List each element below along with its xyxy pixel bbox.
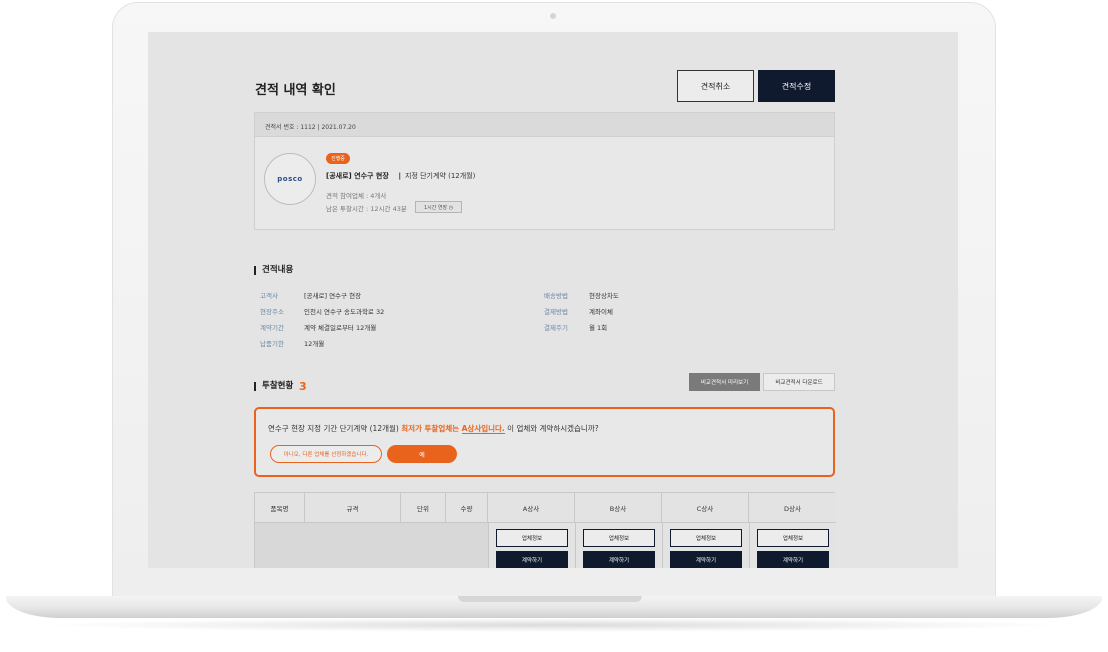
detail-value: 현장상차도 bbox=[589, 292, 619, 300]
cancel-estimate-button[interactable]: 견적취소 bbox=[677, 70, 754, 102]
vendor-header: D상사 bbox=[749, 493, 836, 523]
vendor-contract-button[interactable]: 계약하기 bbox=[583, 551, 655, 568]
vendor-cell: 업체정보 계약하기 bbox=[488, 523, 575, 568]
confirm-contract-button[interactable]: 예 bbox=[387, 445, 457, 463]
vendor-cell: 업체정보 계약하기 bbox=[749, 523, 836, 568]
detail-value: 계약 체결일로부터 12개월 bbox=[304, 324, 377, 332]
vendor-info-button[interactable]: 업체정보 bbox=[670, 529, 742, 547]
alert-message: 연수구 현장 지정 기간 단기계약 (12개월) 최저가 투찰업체는 A상사입니… bbox=[268, 424, 599, 434]
laptop-screen: 견적 내역 확인 견적취소 견적수정 견적서 번호 : 1112 | 2021.… bbox=[148, 32, 958, 568]
detail-label: 결제방법 bbox=[544, 308, 568, 316]
detail-value: [공새로] 연수구 현장 bbox=[304, 292, 362, 300]
detail-label: 계약기간 bbox=[260, 324, 284, 332]
detail-label: 고객사 bbox=[260, 292, 278, 300]
camera-icon bbox=[550, 13, 556, 19]
participant-count: 견적 참여업체 : 4개사 bbox=[326, 192, 387, 200]
laptop-notch bbox=[458, 596, 642, 602]
vendor-cell: 업체정보 계약하기 bbox=[662, 523, 749, 568]
project-name: [공새로] 연수구 현장 | bbox=[326, 172, 402, 180]
bid-table: 품목명 규격 단위 수량 A상사 B상사 C상사 D상사 업체정보 계약하기 업… bbox=[254, 492, 836, 568]
detail-label: 현장주소 bbox=[260, 308, 284, 316]
estimate-number-header: 견적서 번호 : 1112 | 2021.07.20 bbox=[255, 113, 834, 137]
vendor-cell: 업체정보 계약하기 bbox=[575, 523, 662, 568]
vendor-header: C상사 bbox=[662, 493, 749, 523]
preview-comparison-button[interactable]: 비교견적서 미리보기 bbox=[689, 373, 760, 391]
detail-value: 12개월 bbox=[304, 340, 325, 348]
vendor-contract-button[interactable]: 계약하기 bbox=[670, 551, 742, 568]
detail-label: 납품기한 bbox=[260, 340, 284, 348]
table-header: 수량 bbox=[446, 493, 488, 523]
title-separator: | bbox=[398, 172, 402, 180]
download-comparison-button[interactable]: 비교견적서 다운로드 bbox=[763, 373, 835, 391]
logo-text: posco bbox=[277, 175, 303, 183]
laptop-shadow bbox=[40, 618, 1068, 632]
vendor-contract-button[interactable]: 계약하기 bbox=[496, 551, 568, 568]
extend-time-button[interactable]: 1시간 연장 ◷ bbox=[415, 201, 462, 213]
edit-estimate-button[interactable]: 견적수정 bbox=[758, 70, 835, 102]
page-title: 견적 내역 확인 bbox=[255, 83, 336, 98]
item-cell bbox=[255, 523, 488, 568]
table-header: 품목명 bbox=[255, 493, 305, 523]
detail-label: 결제주기 bbox=[544, 324, 568, 332]
detail-value: 월 1회 bbox=[589, 324, 608, 332]
table-header: 단위 bbox=[401, 493, 446, 523]
status-badge: 진행중 bbox=[326, 153, 350, 164]
vendor-contract-button[interactable]: 계약하기 bbox=[757, 551, 829, 568]
lowest-bid-alert: 연수구 현장 지정 기간 단기계약 (12개월) 최저가 투찰업체는 A상사입니… bbox=[254, 407, 835, 477]
section-title-details: 견적내용 bbox=[254, 266, 293, 275]
vendor-header: B상사 bbox=[575, 493, 662, 523]
section-title-bids: 투찰현황 bbox=[254, 382, 293, 391]
remaining-time: 남은 투찰시간 : 12시간 43분 bbox=[326, 205, 407, 213]
table-header: 규격 bbox=[305, 493, 401, 523]
vendor-info-button[interactable]: 업체정보 bbox=[496, 529, 568, 547]
vendor-header: A상사 bbox=[488, 493, 575, 523]
detail-label: 배송방법 bbox=[544, 292, 568, 300]
select-other-vendor-button[interactable]: 아니오, 다른 업체를 선정하겠습니다. bbox=[270, 445, 382, 463]
company-logo: posco bbox=[264, 153, 316, 205]
detail-value: 계좌이체 bbox=[589, 308, 613, 316]
contract-type: 지정 단기계약 (12개월) bbox=[405, 172, 476, 180]
bid-count: 3 bbox=[299, 380, 307, 393]
detail-value: 인천시 연수구 송도과학로 32 bbox=[304, 308, 385, 316]
vendor-info-button[interactable]: 업체정보 bbox=[583, 529, 655, 547]
vendor-info-button[interactable]: 업체정보 bbox=[757, 529, 829, 547]
estimate-info-card: 견적서 번호 : 1112 | 2021.07.20 posco 진행중 [공새… bbox=[254, 112, 835, 230]
